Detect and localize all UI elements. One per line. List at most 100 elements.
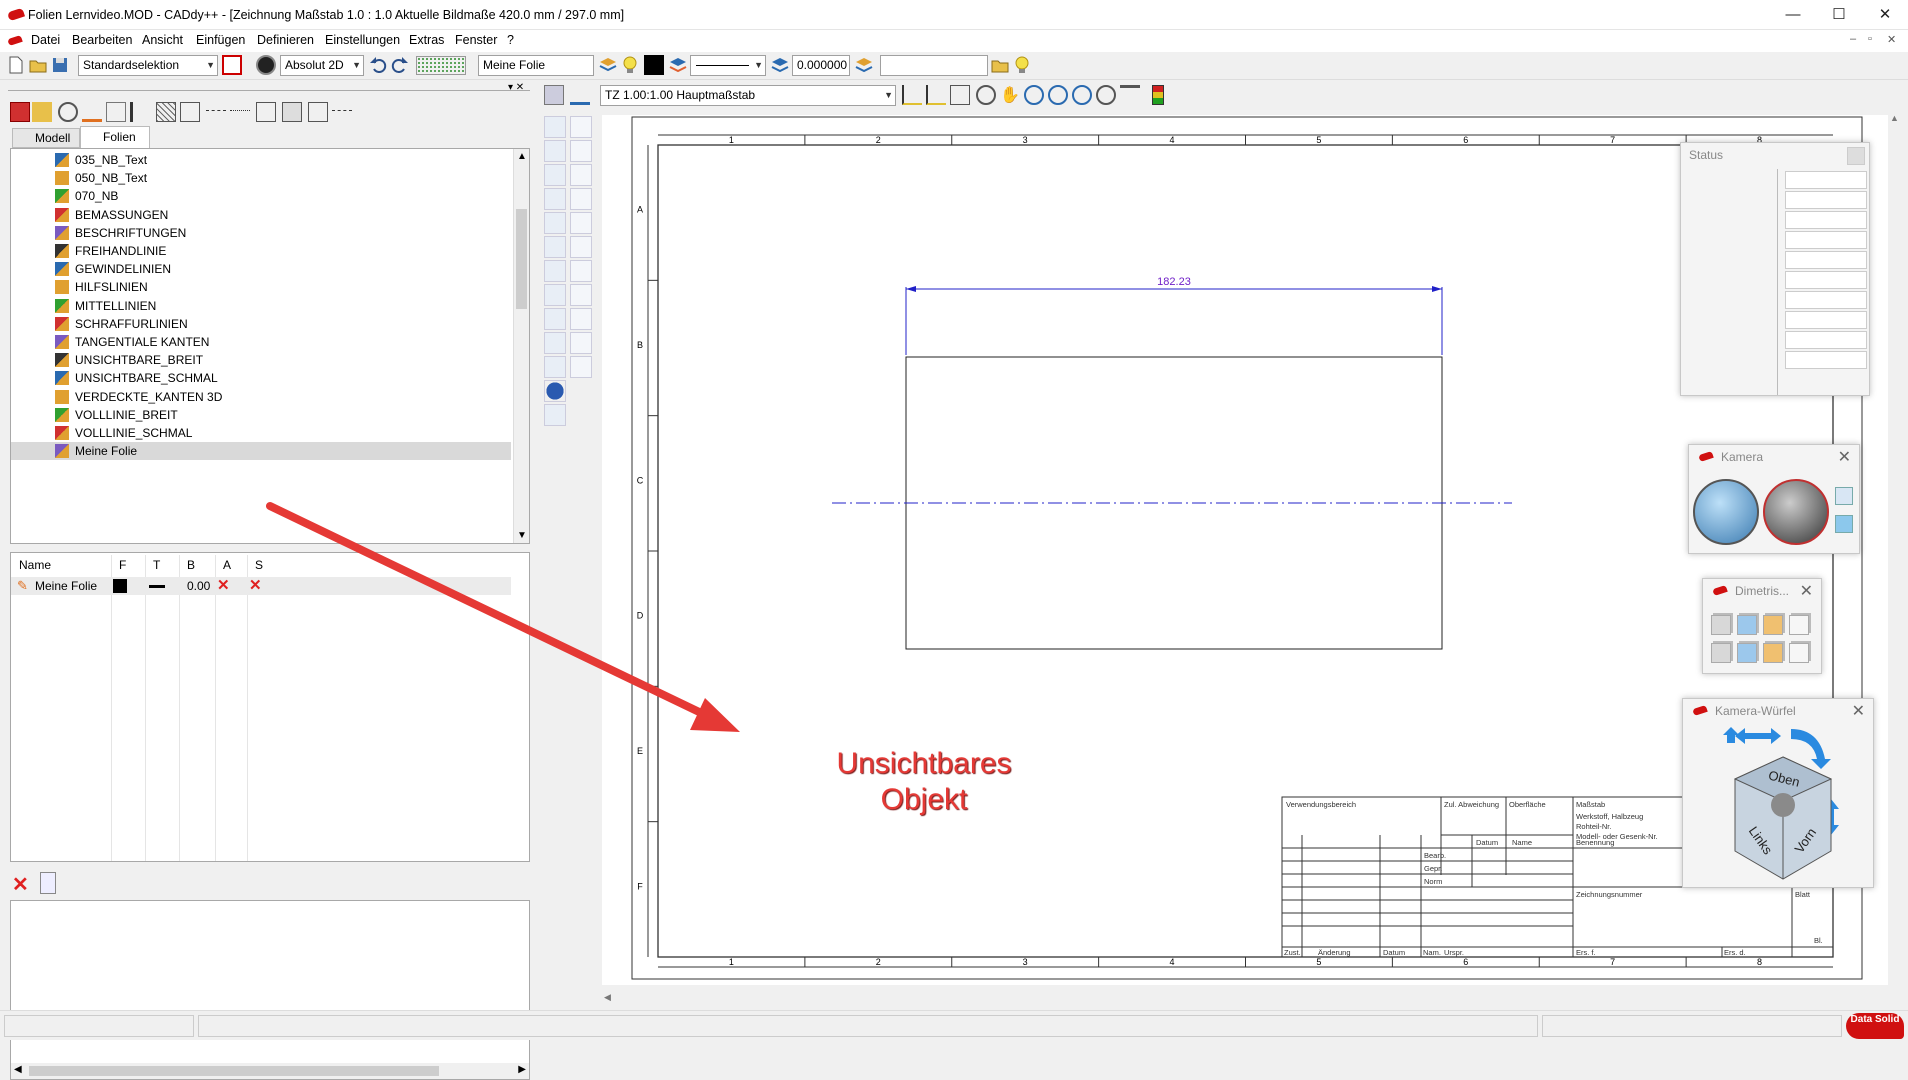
redo-icon[interactable] xyxy=(390,55,410,75)
menu-help[interactable]: ? xyxy=(507,33,514,47)
edit-icon[interactable] xyxy=(106,102,126,122)
layer-item[interactable]: Meine Folie xyxy=(11,442,511,461)
layer-item[interactable]: SCHRAFFURLINIEN xyxy=(11,315,511,333)
cylinder-icon[interactable] xyxy=(282,102,302,122)
new-file-icon[interactable] xyxy=(6,55,26,75)
view-cube-icon[interactable] xyxy=(1789,643,1809,663)
col-b[interactable]: B xyxy=(187,558,195,572)
pencil-icon[interactable] xyxy=(82,102,102,122)
color-swatch-icon[interactable] xyxy=(644,55,664,75)
frame-icon[interactable] xyxy=(180,102,200,122)
kamera-close-button[interactable]: ✕ xyxy=(1838,447,1851,467)
layer-group-icon[interactable] xyxy=(854,55,874,75)
tab-modell[interactable]: Modell xyxy=(12,128,80,148)
col-a[interactable]: A xyxy=(223,558,231,572)
layer-item[interactable]: HILFSLINIEN xyxy=(11,278,511,296)
dimension-text[interactable]: 182.23 xyxy=(1157,276,1191,288)
layer-item[interactable]: MITTELLINIEN xyxy=(11,297,511,315)
scale-view-select[interactable]: TZ 1.00:1.00 Hauptmaßstab ▼ xyxy=(600,85,896,106)
snap-angle-icon[interactable] xyxy=(902,85,922,105)
linetype-select[interactable]: ▼ xyxy=(690,55,766,76)
layer-linetype-swatch[interactable] xyxy=(149,585,165,588)
menu-bearbeiten[interactable]: Bearbeiten xyxy=(72,33,132,47)
construct-icon[interactable] xyxy=(570,308,592,330)
line-tool-icon[interactable] xyxy=(544,164,566,186)
hidden-line-icon[interactable] xyxy=(230,110,250,130)
zoom-all-icon[interactable] xyxy=(1072,85,1092,105)
layer-item[interactable]: 035_NB_Text xyxy=(11,151,511,169)
selection-color-icon[interactable] xyxy=(222,55,242,75)
tab-folien[interactable]: Folien xyxy=(80,126,150,148)
view-cube-icon[interactable] xyxy=(1789,615,1809,635)
dimension-tool-icon[interactable] xyxy=(130,102,150,122)
construct2-icon[interactable] xyxy=(570,332,592,354)
menu-datei[interactable]: Datei xyxy=(31,33,60,47)
folder-tools-icon[interactable] xyxy=(990,55,1010,75)
canvas-vscrollbar[interactable]: ▲ xyxy=(1888,113,1902,985)
box-3d-icon[interactable] xyxy=(256,102,276,122)
menu-einfuegen[interactable]: Einfügen xyxy=(196,33,245,47)
layer-color-swatch[interactable] xyxy=(113,579,127,593)
diagonal-icon[interactable] xyxy=(570,356,592,378)
crosshair-icon[interactable] xyxy=(570,236,592,258)
light-bulb-icon[interactable] xyxy=(1012,55,1032,75)
orbit-globe-icon[interactable] xyxy=(1693,479,1759,545)
canvas-hscrollbar[interactable]: ◀ xyxy=(602,992,1902,1006)
zoom-in-icon[interactable] xyxy=(1024,85,1044,105)
menu-fenster[interactable]: Fenster xyxy=(455,33,497,47)
maximize-button[interactable]: ☐ xyxy=(1816,0,1862,30)
view-cube-icon[interactable] xyxy=(1711,615,1731,635)
active-layer-field[interactable]: Meine Folie xyxy=(478,55,594,76)
selection-mode-select[interactable]: Standardselektion ▼ xyxy=(78,55,218,76)
view-cube-icon[interactable] xyxy=(1711,643,1731,663)
layer-item[interactable]: VOLLLINIE_BREIT xyxy=(11,406,511,424)
layer-clipboard-icon[interactable] xyxy=(40,872,56,894)
print-icon[interactable] xyxy=(544,85,564,105)
eraser-icon[interactable] xyxy=(544,404,566,426)
edit-object-icon[interactable] xyxy=(544,188,566,210)
status-window[interactable]: Status xyxy=(1680,142,1870,396)
center-line-icon[interactable] xyxy=(206,110,226,130)
menu-definieren[interactable]: Definieren xyxy=(257,33,314,47)
layer-item[interactable]: VOLLLINIE_SCHMAL xyxy=(11,424,511,442)
text-tool-icon[interactable] xyxy=(544,332,566,354)
snap-point-icon[interactable] xyxy=(926,85,946,105)
layers-icon[interactable] xyxy=(598,55,618,75)
pencil-icon[interactable] xyxy=(544,140,566,162)
menu-ansicht[interactable]: Ansicht xyxy=(142,33,183,47)
view-edit-icon[interactable] xyxy=(570,85,590,105)
minimize-button[interactable]: — xyxy=(1770,0,1816,30)
mdi-minimize-icon[interactable]: – xyxy=(1850,33,1856,45)
layer-tree[interactable]: 035_NB_Text 050_NB_Text 070_NB BEMASSUNGEN B… xyxy=(10,148,530,544)
view-cube-icon[interactable] xyxy=(1737,643,1757,663)
camera-cube-window[interactable]: Kamera-Würfel ✕ Oben Links Vorn xyxy=(1682,698,1874,888)
layer-item[interactable]: UNSICHTBARE_SCHMAL xyxy=(11,369,511,387)
kamera-window[interactable]: Kamera ✕ xyxy=(1688,444,1860,554)
layer-tree-scrollbar[interactable]: ▲ ▼ xyxy=(513,149,529,543)
linetype-layers-icon[interactable] xyxy=(668,55,688,75)
view-cube-icon[interactable] xyxy=(1763,643,1783,663)
draw-icon[interactable] xyxy=(544,236,566,258)
info-scrollbar[interactable]: ◀ ▶ xyxy=(11,1063,529,1079)
dimetrisch-window[interactable]: Dimetris... ✕ xyxy=(1702,578,1822,674)
close-button[interactable]: ✕ xyxy=(1862,0,1908,30)
view-cube-icon[interactable] xyxy=(1737,615,1757,635)
snap-object-icon[interactable] xyxy=(950,85,970,105)
select-arrow-icon[interactable] xyxy=(544,116,566,138)
line-red-icon[interactable] xyxy=(570,260,592,282)
wuerfel-close-button[interactable]: ✕ xyxy=(1852,701,1865,721)
active-x-icon[interactable]: ✕ xyxy=(217,576,230,594)
grid-icon[interactable] xyxy=(416,56,466,75)
layer-item[interactable]: BEMASSUNGEN xyxy=(11,206,511,224)
layer-visibility-bulb-icon[interactable] xyxy=(620,55,640,75)
coord-mode-select[interactable]: Absolut 2D ▼ xyxy=(280,55,364,76)
circle-center-icon[interactable] xyxy=(570,212,592,234)
layer-item[interactable]: UNSICHTBARE_BREIT xyxy=(11,351,511,369)
traffic-light-icon[interactable] xyxy=(1152,85,1164,105)
mdi-close-icon[interactable]: ✕ xyxy=(1887,33,1896,46)
extra-input-field[interactable] xyxy=(880,55,988,76)
layer-item[interactable]: FREIHANDLINIE xyxy=(11,242,511,260)
line-blue-icon[interactable] xyxy=(570,284,592,306)
cube-3d-icon[interactable] xyxy=(308,102,328,122)
layer-item[interactable]: GEWINDELINIEN xyxy=(11,260,511,278)
